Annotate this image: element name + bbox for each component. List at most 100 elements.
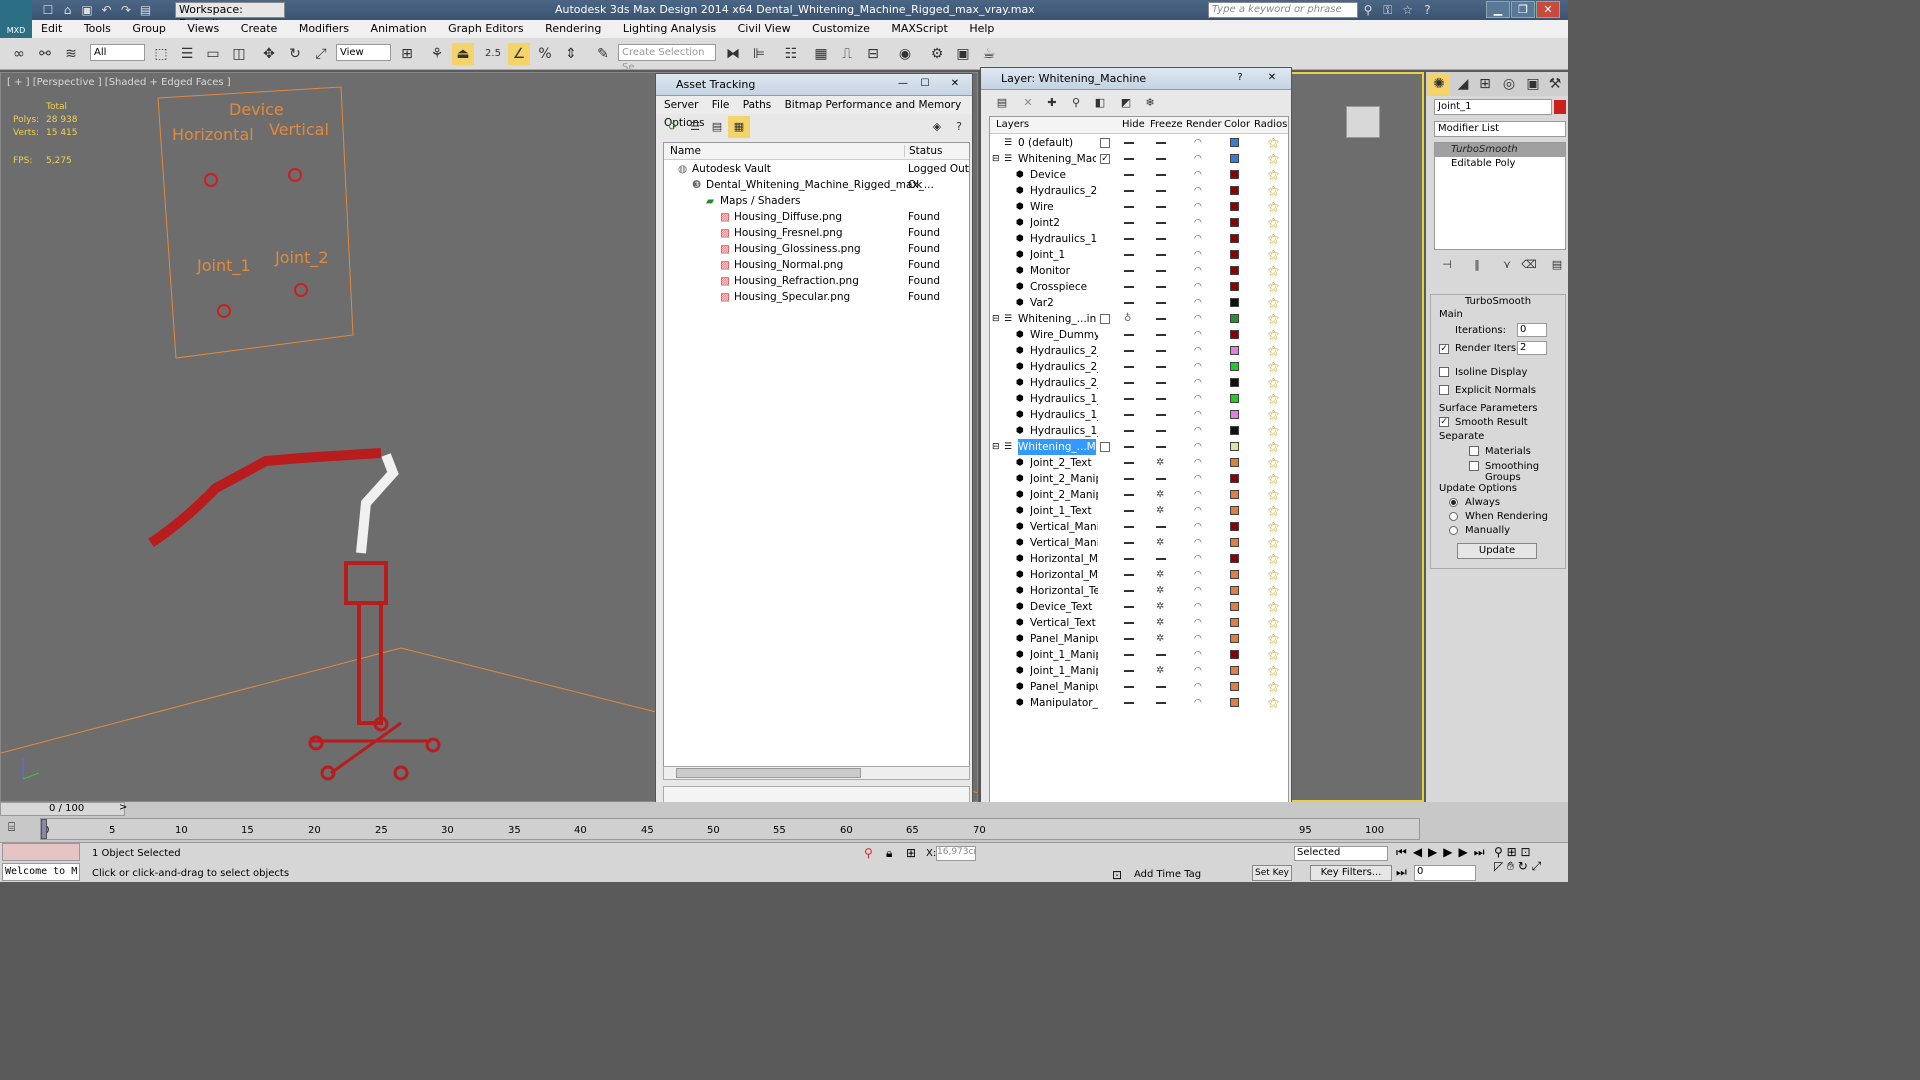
radiosity-icon[interactable]: ⚝ — [1268, 567, 1279, 583]
freeze-toggle[interactable] — [1156, 270, 1166, 272]
radiosity-icon[interactable]: ⚝ — [1268, 311, 1279, 327]
layer-object-row[interactable]: ⬢ Horizontal_Manip ✲ ◠ ⚝ — [990, 567, 1288, 583]
current-layer-checkbox[interactable] — [1100, 314, 1110, 324]
project-folder-icon[interactable]: ▤ — [138, 3, 154, 17]
render-teapot-icon[interactable]: ◠ — [1194, 183, 1202, 199]
render-teapot-icon[interactable]: ◠ — [1194, 263, 1202, 279]
pin-stack-icon[interactable]: ⊣ — [1436, 254, 1458, 276]
render-teapot-icon[interactable]: ◠ — [1194, 599, 1202, 615]
radiosity-icon[interactable]: ⚝ — [1268, 407, 1279, 423]
layer-color-swatch[interactable] — [1230, 666, 1239, 675]
layer-color-swatch[interactable] — [1230, 538, 1239, 547]
layer-color-swatch[interactable] — [1230, 458, 1239, 467]
render-teapot-icon[interactable]: ◠ — [1194, 439, 1202, 455]
layer-color-swatch[interactable] — [1230, 250, 1239, 259]
asset-row[interactable]: ▰ Maps / Shaders — [664, 193, 969, 209]
freeze-star-icon[interactable]: ✲ — [1156, 567, 1164, 583]
render-teapot-icon[interactable]: ◠ — [1194, 247, 1202, 263]
iterations-input[interactable]: 0 — [1517, 323, 1547, 337]
render-teapot-icon[interactable]: ◠ — [1194, 423, 1202, 439]
current-layer-checkbox[interactable]: ✓ — [1100, 154, 1110, 164]
menu-create[interactable]: Create — [232, 20, 287, 37]
reference-coordinate-dropdown[interactable]: View — [336, 44, 391, 61]
layer-color-swatch[interactable] — [1230, 362, 1239, 371]
pivot-center-icon[interactable]: ⊞ — [396, 43, 418, 65]
select-object-icon[interactable]: ⬚ — [150, 43, 172, 65]
render-teapot-icon[interactable]: ◠ — [1194, 567, 1202, 583]
freeze-toggle[interactable] — [1156, 366, 1166, 368]
next-frame-icon[interactable]: > — [119, 802, 127, 813]
help-icon[interactable]: ? — [948, 116, 970, 138]
add-to-layer-icon[interactable]: ✚ — [1041, 92, 1063, 114]
asset-row[interactable]: ❸ Dental_Whitening_Machine_Rigged_max_...… — [664, 177, 969, 193]
update-button[interactable]: Update — [1457, 543, 1537, 559]
render-teapot-icon[interactable]: ◠ — [1194, 135, 1202, 151]
freeze-toggle[interactable] — [1156, 350, 1166, 352]
list-view-icon[interactable]: ☰ — [684, 116, 706, 138]
hide-toggle[interactable] — [1124, 334, 1134, 336]
hide-toggle[interactable] — [1124, 254, 1134, 256]
object-color-swatch[interactable] — [1554, 100, 1566, 114]
current-layer-checkbox[interactable] — [1100, 138, 1110, 148]
key-mode-toggle-icon[interactable]: ⏭ — [1396, 865, 1407, 880]
hide-toggle[interactable] — [1124, 382, 1134, 384]
key-filters-button[interactable]: Key Filters... — [1310, 865, 1392, 881]
freeze-toggle[interactable] — [1156, 446, 1166, 448]
menu-tools[interactable]: Tools — [75, 20, 120, 37]
modify-tab-icon[interactable]: ◢ — [1452, 73, 1474, 95]
render-teapot-icon[interactable]: ◠ — [1194, 679, 1202, 695]
search-input[interactable]: Type a keyword or phrase — [1208, 2, 1358, 18]
hide-toggle[interactable] — [1124, 350, 1134, 352]
expand-icon[interactable]: ⊟ — [992, 151, 1000, 167]
layer-object-row[interactable]: ⬢ Joint_1_Text ✲ ◠ ⚝ — [990, 503, 1288, 519]
previous-frame-icon[interactable]: ◀ — [1413, 845, 1428, 859]
asset-row[interactable]: ▨ Housing_Normal.png Found — [664, 257, 969, 273]
hide-toggle[interactable] — [1124, 398, 1134, 400]
freeze-toggle[interactable] — [1156, 414, 1166, 416]
hide-toggle[interactable] — [1124, 606, 1134, 608]
radiosity-icon[interactable]: ⚝ — [1268, 647, 1279, 663]
mirror-icon[interactable]: ⧓ — [722, 43, 744, 65]
render-iters-input[interactable]: 2 — [1517, 341, 1547, 355]
highlight-layer-icon[interactable]: ◧ — [1089, 92, 1111, 114]
radiosity-icon[interactable]: ⚝ — [1268, 279, 1279, 295]
materials-check-icon[interactable] — [1469, 446, 1479, 456]
column-radiosity[interactable]: Radiosi — [1254, 119, 1288, 130]
menu-customize[interactable]: Customize — [803, 20, 879, 37]
radiosity-icon[interactable]: ⚝ — [1268, 375, 1279, 391]
freeze-toggle[interactable] — [1156, 686, 1166, 688]
thumbnail-view-icon[interactable]: ▤ — [706, 116, 728, 138]
layer-object-row[interactable]: ⬢ Device_Text ✲ ◠ ⚝ — [990, 599, 1288, 615]
table-view-icon[interactable]: ▦ — [728, 116, 750, 138]
freeze-toggle[interactable] — [1156, 206, 1166, 208]
render-teapot-icon[interactable]: ◠ — [1194, 295, 1202, 311]
layer-object-row[interactable]: ⬢ Joint_2_Text ✲ ◠ ⚝ — [990, 455, 1288, 471]
column-render[interactable]: Render — [1186, 119, 1222, 130]
freeze-toggle[interactable] — [1156, 302, 1166, 304]
show-end-result-icon[interactable]: ‖ — [1466, 254, 1488, 276]
current-layer-checkbox[interactable] — [1100, 442, 1110, 452]
layer-color-swatch[interactable] — [1230, 202, 1239, 211]
render-teapot-icon[interactable]: ◠ — [1194, 215, 1202, 231]
layer-object-row[interactable]: ⬢ Hydraulics_1_Po ◠ ⚝ — [990, 391, 1288, 407]
layer-manager-icon[interactable]: ☷ — [780, 43, 802, 65]
radiosity-icon[interactable]: ⚝ — [1268, 583, 1279, 599]
layer-color-swatch[interactable] — [1230, 218, 1239, 227]
freeze-toggle[interactable] — [1156, 254, 1166, 256]
radiosity-icon[interactable]: ⚝ — [1268, 167, 1279, 183]
layer-object-row[interactable]: ⬢ Wire_Dummy ◠ ⚝ — [990, 327, 1288, 343]
asset-row[interactable]: ▨ Housing_Refraction.png Found — [664, 273, 969, 289]
radiosity-icon[interactable]: ⚝ — [1268, 631, 1279, 647]
rotate-icon[interactable]: ↻ — [284, 43, 306, 65]
object-name-field[interactable]: Joint_1 — [1434, 99, 1552, 115]
selection-filter-dropdown[interactable]: All — [90, 44, 145, 61]
layer-color-swatch[interactable] — [1230, 298, 1239, 307]
smoothing-groups-check-icon[interactable] — [1469, 461, 1479, 471]
render-teapot-icon[interactable]: ◠ — [1194, 487, 1202, 503]
hide-toggle[interactable] — [1124, 494, 1134, 496]
render-production-icon[interactable]: ☕ — [978, 43, 1000, 65]
freeze-toggle[interactable] — [1156, 526, 1166, 528]
stack-item-turbosmooth[interactable]: TurboSmooth — [1435, 143, 1565, 157]
maxscript-listener[interactable]: Welcome to M — [2, 863, 80, 881]
redo-icon[interactable]: ↷ — [118, 3, 134, 17]
